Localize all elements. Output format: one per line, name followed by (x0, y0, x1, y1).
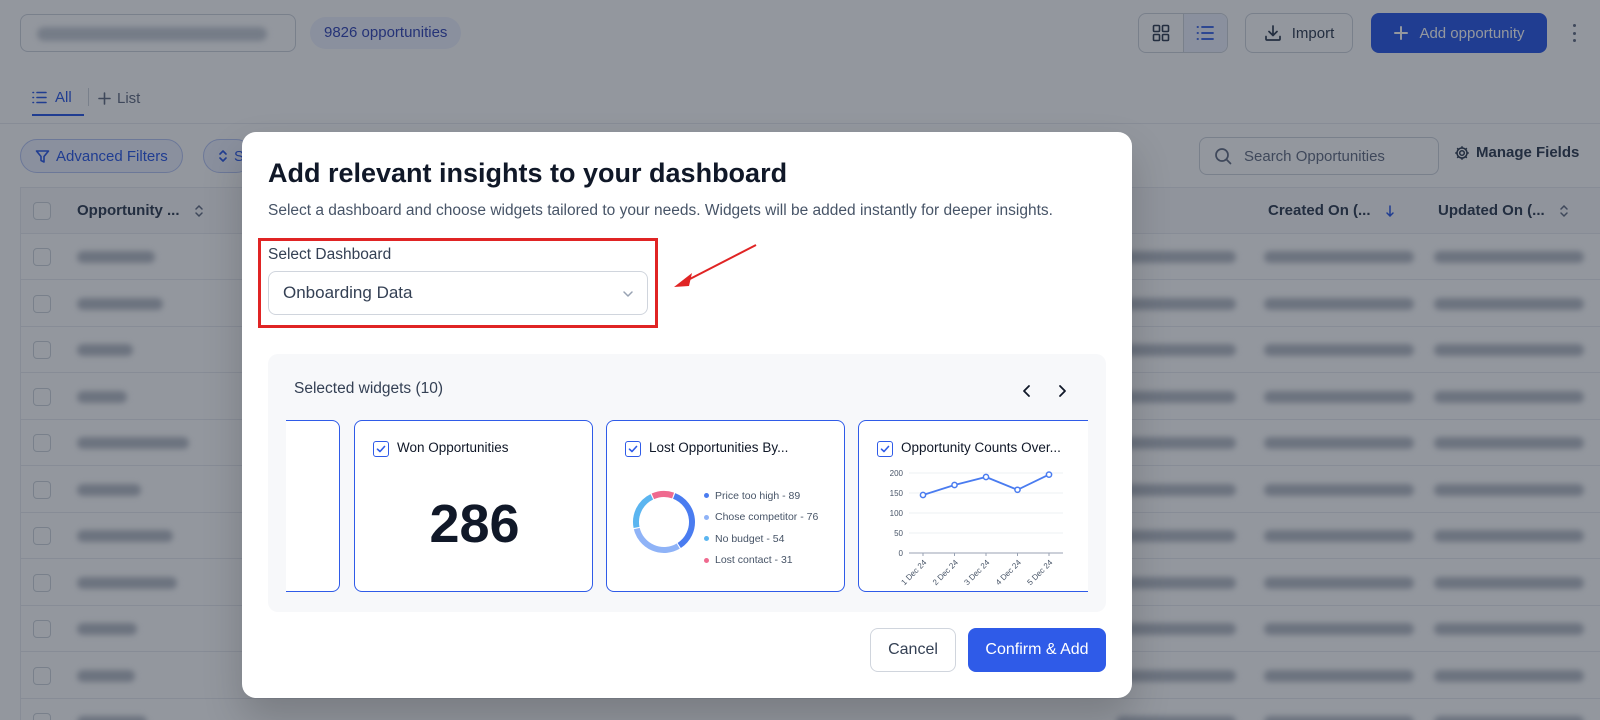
y-tick-label: 200 (890, 469, 904, 478)
add-insights-modal: Add relevant insights to your dashboard … (242, 132, 1132, 698)
x-tick-label: 5 Dec 24 (1025, 558, 1054, 587)
donut-slice (633, 527, 680, 553)
x-tick-label: 1 Dec 24 (899, 558, 928, 587)
widget-card-partial[interactable] (286, 420, 340, 592)
widget-card-won-opportunities[interactable]: Won Opportunities 286 (354, 420, 593, 592)
widget-title: Won Opportunities (397, 440, 509, 455)
carousel-prev-button[interactable] (1016, 380, 1038, 402)
donut-legend: Price too high - 89 Chose competitor - 7… (704, 485, 818, 571)
modal-title: Add relevant insights to your dashboard (268, 158, 788, 188)
widget-checkbox[interactable] (625, 441, 641, 457)
selected-widgets-panel: Selected widgets (10) Won Opportunities … (268, 354, 1106, 612)
selected-widgets-title: Selected widgets (10) (294, 380, 444, 397)
donut-slice (633, 494, 654, 529)
widget-title: Opportunity Counts Over... (901, 440, 1061, 455)
y-tick-label: 150 (890, 489, 904, 498)
legend-dot (704, 493, 709, 499)
widget-checkbox[interactable] (877, 441, 893, 457)
won-opportunities-value: 286 (429, 494, 520, 554)
widget-title: Lost Opportunities By... (649, 440, 789, 455)
legend-label: Chose competitor - 76 (715, 511, 819, 524)
x-tick-label: 2 Dec 24 (931, 558, 960, 587)
legend-dot (704, 514, 709, 520)
donut-slice (672, 493, 695, 549)
y-tick-label: 50 (894, 529, 903, 538)
y-tick-label: 0 (899, 549, 904, 558)
x-tick-label: 3 Dec 24 (962, 558, 991, 587)
confirm-add-button[interactable]: Confirm & Add (968, 628, 1106, 672)
legend-item: No budget - 54 (704, 528, 818, 550)
widget-card-lost-opportunities[interactable]: Lost Opportunities By... Price too high … (606, 420, 845, 592)
data-point (1014, 486, 1021, 494)
widget-checkbox[interactable] (373, 441, 389, 457)
data-point (919, 491, 927, 499)
legend-label: Price too high - 89 (715, 489, 801, 502)
data-point (1045, 471, 1053, 478)
donut-slice (651, 491, 675, 500)
check-icon (880, 445, 890, 453)
legend-dot (704, 557, 709, 563)
legend-label: Lost contact - 31 (715, 554, 793, 567)
x-tick-label: 4 Dec 24 (994, 558, 1023, 587)
legend-label: No budget - 54 (715, 532, 785, 545)
lost-reasons-donut-chart (633, 491, 695, 553)
chevron-right-icon (1059, 385, 1066, 397)
legend-item: Lost contact - 31 (704, 550, 818, 572)
modal-subtitle: Select a dashboard and choose widgets ta… (268, 202, 1053, 219)
check-icon (376, 445, 386, 453)
y-tick-label: 100 (890, 509, 904, 518)
chevron-left-icon (1023, 385, 1030, 397)
legend-item: Chose competitor - 76 (704, 507, 818, 529)
data-point (951, 481, 958, 489)
annotation-highlight-box (258, 238, 658, 328)
legend-dot (704, 536, 709, 542)
widgets-carousel: Won Opportunities 286 Lost Opportunities… (286, 420, 1088, 592)
widget-card-opportunity-counts[interactable]: Opportunity Counts Over... 0 50 100 150 200 1… (858, 420, 1088, 592)
legend-item: Price too high - 89 (704, 485, 818, 507)
opportunity-counts-line-chart: 0 50 100 150 200 1 Dec 24 2 Dec 24 3 Dec 24 4 De… (890, 469, 1063, 587)
check-icon (628, 445, 638, 453)
carousel-next-button[interactable] (1051, 380, 1073, 402)
annotation-arrow-icon (674, 244, 757, 287)
data-point (982, 473, 990, 481)
cancel-button[interactable]: Cancel (870, 628, 956, 672)
